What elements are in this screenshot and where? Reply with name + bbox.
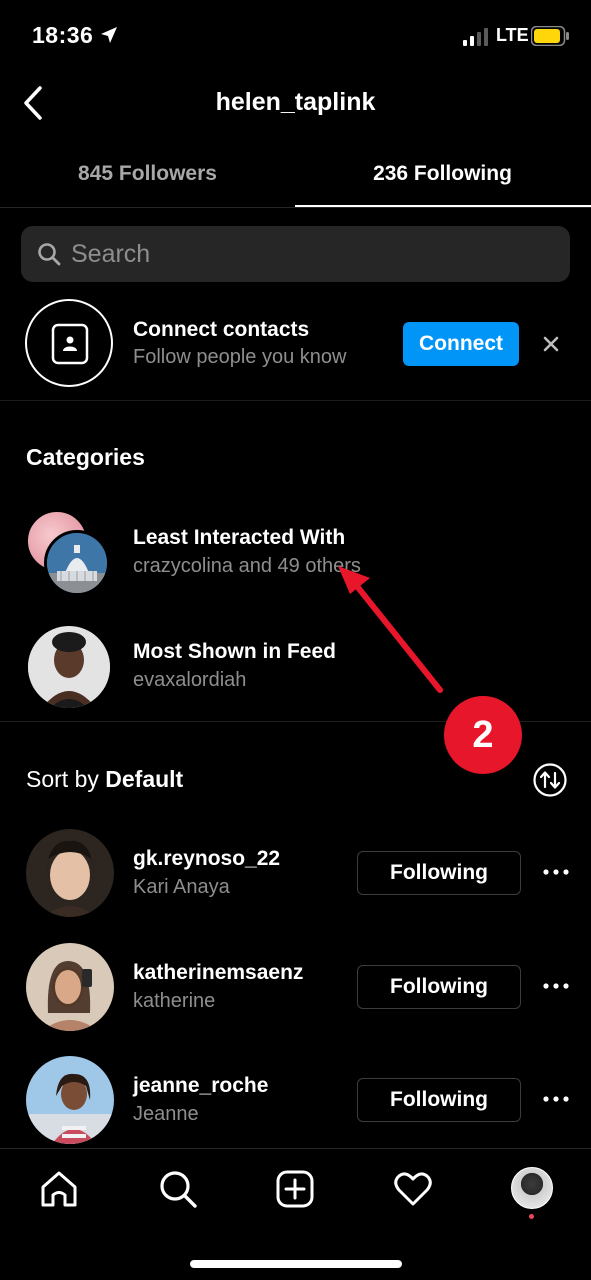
username[interactable]: jeanne_roche — [133, 1074, 268, 1098]
sort-value: Default — [105, 766, 184, 792]
close-icon[interactable] — [540, 333, 562, 355]
location-arrow-icon — [101, 27, 117, 43]
following-button[interactable]: Following — [357, 965, 521, 1009]
following-button[interactable]: Following — [357, 851, 521, 895]
tab-following[interactable]: 236 Following — [295, 158, 590, 208]
connect-contacts-title: Connect contacts — [133, 318, 310, 341]
category-title: Least Interacted With — [133, 526, 346, 549]
list-item[interactable]: katherinemsaenz katherine Following — [0, 943, 591, 1033]
connect-button[interactable]: Connect — [403, 322, 519, 366]
connect-contacts-subtitle: Follow people you know — [133, 346, 347, 368]
categories-heading: Categories — [26, 444, 145, 470]
sort-arrows-icon[interactable] — [533, 763, 567, 797]
profile-avatar[interactable] — [511, 1167, 553, 1209]
search-icon — [38, 243, 61, 266]
more-options-icon[interactable] — [543, 865, 569, 879]
section-divider — [0, 400, 591, 401]
following-button[interactable]: Following — [357, 1078, 521, 1122]
heart-icon[interactable] — [393, 1169, 433, 1209]
sort-prefix: Sort by — [26, 766, 106, 792]
category-least-interacted[interactable]: Least Interacted With crazycolina and 49… — [0, 506, 591, 596]
user-full-name: Jeanne — [133, 1103, 199, 1125]
category-subtitle: crazycolina and 49 others — [133, 555, 361, 577]
tab-divider — [0, 207, 591, 208]
search-icon[interactable] — [158, 1169, 198, 1209]
sort-label[interactable]: Sort by Default — [26, 766, 183, 793]
category-title: Most Shown in Feed — [133, 640, 336, 663]
step-badge: 2 — [444, 696, 522, 774]
user-full-name: katherine — [133, 990, 216, 1012]
user-full-name: Kari Anaya — [133, 876, 230, 898]
home-icon[interactable] — [39, 1169, 79, 1209]
list-item[interactable]: jeanne_roche Jeanne Following — [0, 1056, 591, 1146]
more-options-icon[interactable] — [543, 1092, 569, 1106]
more-options-icon[interactable] — [543, 979, 569, 993]
page-title: helen_taplink — [215, 88, 376, 116]
avatar[interactable] — [26, 829, 114, 917]
status-bar: 18:36 LTE — [0, 0, 591, 70]
avatar[interactable] — [26, 1056, 114, 1144]
tab-followers[interactable]: 845 Followers — [0, 158, 295, 208]
list-item[interactable]: gk.reynoso_22 Kari Anaya Following — [0, 829, 591, 919]
stacked-avatars — [26, 510, 114, 598]
contact-card-icon — [25, 299, 113, 387]
status-time: 18:36 — [32, 22, 94, 48]
search-bar[interactable] — [21, 226, 570, 282]
category-most-shown[interactable]: Most Shown in Feed evaxalordiah — [0, 620, 591, 710]
search-input[interactable] — [71, 226, 551, 282]
avatar[interactable] — [26, 943, 114, 1031]
notification-dot — [529, 1214, 534, 1219]
username[interactable]: katherinemsaenz — [133, 961, 303, 985]
annotation-arrow-icon — [338, 566, 443, 693]
avatar — [44, 530, 110, 596]
battery-icon — [531, 26, 569, 46]
username[interactable]: gk.reynoso_22 — [133, 847, 280, 871]
home-indicator — [190, 1260, 402, 1268]
category-subtitle: evaxalordiah — [133, 669, 247, 691]
signal-icon — [463, 28, 488, 46]
avatar — [28, 626, 110, 708]
add-post-icon[interactable] — [275, 1169, 315, 1209]
network-label: LTE — [496, 25, 529, 45]
